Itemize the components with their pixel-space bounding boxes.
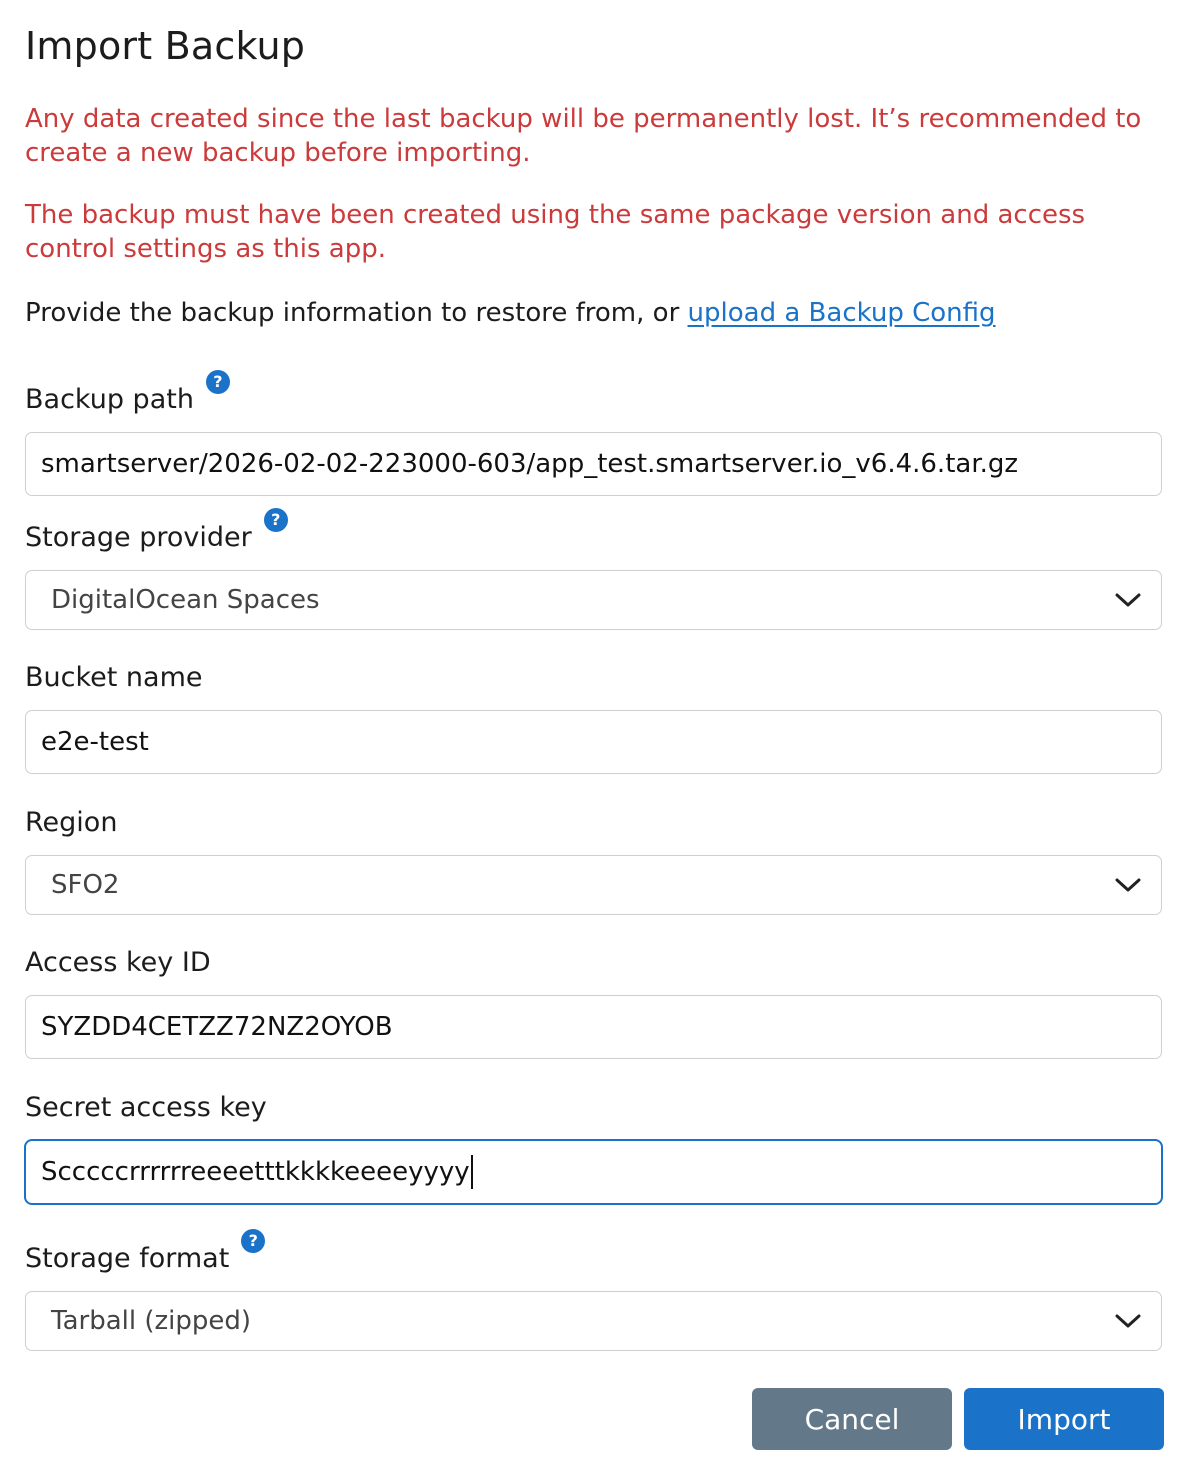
region-select[interactable]: SFO2 [25,855,1162,915]
storage-provider-value: DigitalOcean Spaces [51,585,320,615]
text-cursor [470,1155,473,1189]
import-backup-dialog: Import Backup Any data created since the… [0,0,1187,1469]
storage-format-label: Storage format ? [25,1229,266,1274]
chevron-down-icon [1115,878,1141,892]
storage-format-select[interactable]: Tarball (zipped) [25,1291,1162,1351]
import-button[interactable]: Import [964,1388,1164,1450]
bucket-name-label-text: Bucket name [25,662,203,693]
region-label: Region [25,807,117,838]
access-key-id-label: Access key ID [25,947,211,978]
dialog-title: Import Backup [25,24,306,68]
bucket-name-input[interactable]: e2e-test [25,710,1162,774]
access-key-id-input[interactable]: SYZDD4CETZZ72NZ2OYOB [25,995,1162,1059]
backup-path-input[interactable]: smartserver/2026-02-02-223000-603/app_te… [25,432,1162,496]
bucket-name-value: e2e-test [41,727,149,757]
bucket-name-label: Bucket name [25,662,203,693]
chevron-down-icon [1115,593,1141,607]
storage-format-label-text: Storage format [25,1243,230,1274]
region-label-text: Region [25,807,118,838]
storage-provider-label: Storage provider ? [25,508,288,553]
help-icon[interactable]: ? [205,370,230,394]
intro-text: Provide the backup information to restor… [25,296,996,330]
backup-path-label: Backup path ? [25,370,230,415]
help-icon[interactable]: ? [263,508,288,532]
backup-path-value: smartserver/2026-02-02-223000-603/app_te… [41,449,1019,479]
access-key-id-value: SYZDD4CETZZ72NZ2OYOB [41,1012,393,1042]
storage-provider-label-text: Storage provider [25,522,252,553]
upload-backup-config-link[interactable]: upload a Backup Config [688,298,996,328]
version-warning: The backup must have been created using … [25,200,1086,264]
region-value: SFO2 [51,870,120,900]
chevron-down-icon [1115,1314,1141,1328]
access-key-id-label-text: Access key ID [25,947,211,978]
data-loss-warning: Any data created since the last backup w… [25,104,1142,168]
secret-access-key-label-text: Secret access key [25,1092,267,1123]
secret-access-key-value: Scccccrrrrrreeeetttkkkkeeeeyyyy [41,1157,470,1187]
help-icon[interactable]: ? [241,1229,266,1253]
backup-path-label-text: Backup path [25,384,194,415]
cancel-button[interactable]: Cancel [752,1388,952,1450]
secret-access-key-label: Secret access key [25,1092,267,1123]
intro-text-label: Provide the backup information to restor… [25,298,688,328]
secret-access-key-input[interactable]: Scccccrrrrrreeeetttkkkkeeeeyyyy [25,1140,1162,1204]
storage-format-value: Tarball (zipped) [51,1306,252,1336]
storage-provider-select[interactable]: DigitalOcean Spaces [25,570,1162,630]
